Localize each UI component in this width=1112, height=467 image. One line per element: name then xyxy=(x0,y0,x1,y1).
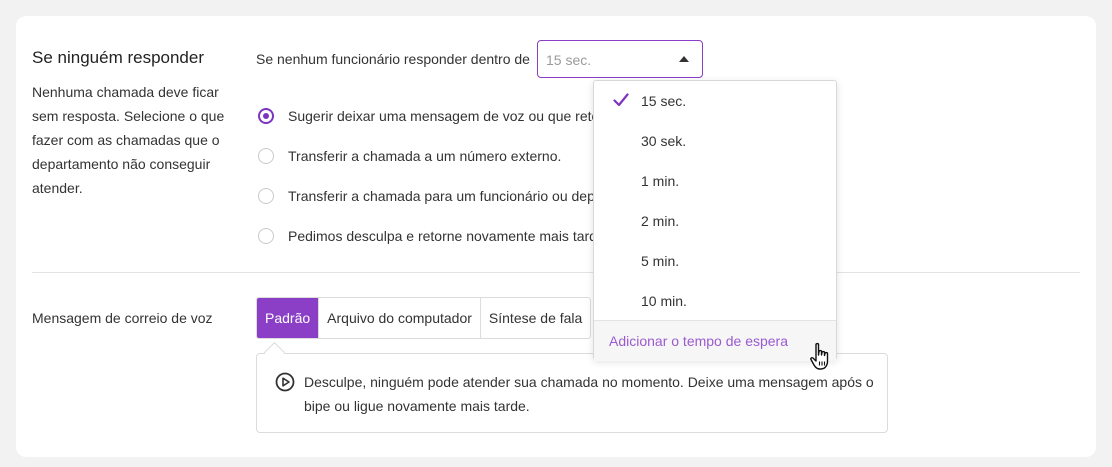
dropdown-option[interactable]: 1 min. xyxy=(594,161,836,201)
tab-computer-file[interactable]: Arquivo do computador xyxy=(319,298,481,338)
dropdown-option[interactable]: 2 min. xyxy=(594,201,836,241)
dropdown-option-label: 5 min. xyxy=(641,253,680,269)
hand-pointer-cursor-icon xyxy=(810,342,829,370)
radio-label: Transferir a chamada a um número externo… xyxy=(288,148,562,164)
voicemail-label: Mensagem de correio de voz xyxy=(32,310,213,326)
timeout-dropdown-menu: 15 sec. 30 sek. 1 min. 2 min. 5 min. 10 … xyxy=(593,80,837,361)
tab-default[interactable]: Padrão xyxy=(257,298,320,338)
add-wait-time-button[interactable]: Adicionar o tempo de espera xyxy=(594,320,836,361)
checkmark-icon xyxy=(613,93,629,107)
radio-button[interactable] xyxy=(258,108,274,124)
radio-label: Sugerir deixar uma mensagem de voz ou qu… xyxy=(288,108,620,124)
dropdown-option[interactable]: 15 sec. xyxy=(594,81,836,121)
section-divider xyxy=(32,272,1080,273)
dropdown-option[interactable]: 30 sek. xyxy=(594,121,836,161)
dropdown-option[interactable]: 5 min. xyxy=(594,241,836,281)
dropdown-option-label: 10 min. xyxy=(641,293,687,309)
timeout-select[interactable]: 15 sec. xyxy=(537,40,703,78)
tab-text-to-speech[interactable]: Síntese de fala xyxy=(481,298,590,338)
dropdown-option[interactable]: 10 min. xyxy=(594,281,836,321)
section-title: Se ninguém responder xyxy=(32,48,205,67)
add-wait-time-label: Adicionar o tempo de espera xyxy=(609,333,788,349)
section-description: Nenhuma chamada deve ficar sem resposta.… xyxy=(32,84,225,196)
voicemail-message-text: Desculpe, ninguém pode atender sua chama… xyxy=(304,374,874,414)
radio-label: Pedimos desculpa e retorne novamente mai… xyxy=(288,228,605,244)
timeout-label: Se nenhum funcionário responder dentro d… xyxy=(256,51,530,67)
dropdown-option-label: 1 min. xyxy=(641,173,680,189)
dropdown-option-label: 30 sek. xyxy=(641,133,687,149)
play-icon[interactable] xyxy=(275,372,295,392)
caret-up-icon xyxy=(679,56,689,62)
voicemail-source-tabs: Padrão Arquivo do computador Síntese de … xyxy=(256,297,592,339)
dropdown-option-label: 15 sec. xyxy=(641,93,687,109)
radio-button[interactable] xyxy=(258,188,274,204)
timeout-select-value: 15 sec. xyxy=(546,52,592,68)
radio-button[interactable] xyxy=(258,228,274,244)
radio-button[interactable] xyxy=(258,148,274,164)
dropdown-option-label: 2 min. xyxy=(641,213,680,229)
voicemail-message-box: Desculpe, ninguém pode atender sua chama… xyxy=(256,341,888,433)
